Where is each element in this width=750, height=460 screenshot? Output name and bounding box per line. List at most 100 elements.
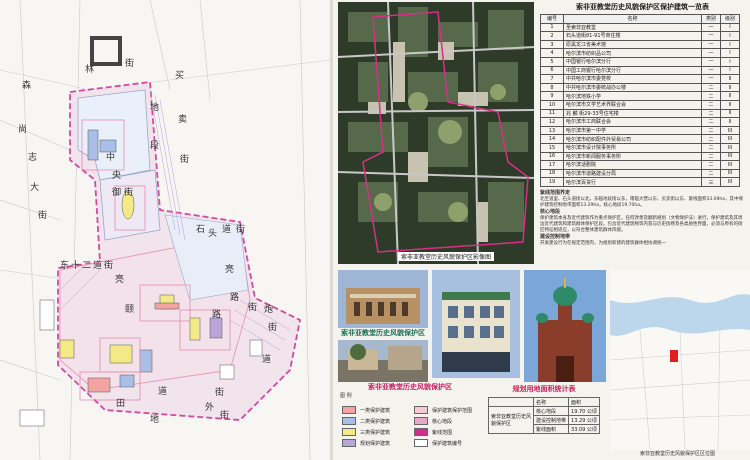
street-label: 志 — [28, 153, 38, 163]
building-level: I — [720, 65, 740, 76]
building-number: 5 — [540, 56, 564, 67]
table-row: 10 哈尔滨市文学艺术界联合会二 II — [540, 99, 740, 110]
col-header: 名称 — [563, 14, 702, 24]
building-number: 7 — [540, 74, 564, 84]
legend-label: 核心地段 — [432, 418, 453, 425]
col-header: 编号 — [540, 14, 564, 24]
street-label: 街 — [124, 188, 134, 198]
area-value: 33.09 公顷 — [568, 424, 600, 434]
legend-swatch — [342, 417, 356, 425]
building-number: 14 — [540, 134, 564, 144]
building-category: 二 — [701, 99, 721, 110]
table-row: 15 哈尔滨市设计院事务所二 III — [540, 142, 740, 153]
street-label: 东 — [60, 261, 70, 271]
building-name: 哈尔滨市文学艺术界联合会 — [563, 99, 702, 110]
table-row: 7 中共哈尔滨市委党校一 II — [540, 74, 740, 84]
table-row: 17 哈尔滨话剧院二 III — [540, 160, 740, 170]
street-label: 街 — [38, 211, 48, 221]
building-category: 一 — [701, 74, 721, 84]
street-label: 炮 — [264, 305, 274, 315]
street-label: 段 — [150, 141, 160, 151]
building-number: 11 — [540, 108, 564, 119]
building-number: 9 — [540, 91, 564, 101]
area-col-header: 面积 — [568, 397, 600, 407]
building-name: 哈尔滨百货行 — [563, 177, 702, 187]
area-header-row: 名称 面积 — [488, 397, 600, 407]
legend-item: 保护建筑编号 — [414, 439, 462, 447]
building-category: 一 — [701, 48, 721, 58]
legend-label: 保护建筑编号 — [432, 440, 463, 447]
building-level: III — [720, 168, 740, 179]
street-label: 森 — [22, 81, 32, 91]
street-label: 亮 — [115, 275, 125, 285]
building-name: 原黑龙江省美术馆 — [563, 39, 702, 50]
building-name: 哈尔滨地铁小学 — [563, 91, 702, 101]
legend-item: 规划保护建筑 — [342, 439, 390, 447]
building-name: 石头道街81-91号商住楼 — [563, 31, 702, 41]
building-category: 二 — [701, 117, 721, 127]
street-label: 地 — [150, 103, 160, 113]
legend-label: 紫线范围 — [432, 429, 453, 436]
table-row: 6 中国工商银行哈尔滨分行一 I — [540, 65, 740, 76]
photos-title: 索非亚教堂历史风貌保护区 — [341, 329, 425, 337]
building-name: 哈尔滨市新闻服务事务所 — [563, 151, 702, 162]
building-category: 一 — [701, 65, 721, 76]
street-label: 外 — [205, 403, 215, 413]
street-label: 街 — [104, 261, 114, 271]
building-level: II — [720, 74, 740, 84]
street-label: 御 — [112, 188, 122, 198]
street-label: 十 — [71, 261, 81, 271]
notes-text: 保护建筑本身及近代建筑作为重点保护区，任何改善及翻新规划（文物保护法）进行，保护… — [540, 216, 743, 233]
building-category: 二 — [701, 108, 721, 119]
table-row: 19 哈尔滨百货行三 III — [540, 177, 740, 187]
building-level: II — [720, 117, 740, 127]
location-caption: 索非亚教堂历史风貌保护区区位图 — [640, 451, 716, 457]
col-header: 级别 — [720, 14, 740, 24]
building-number: 8 — [540, 82, 564, 93]
street-label: 尚 — [18, 125, 28, 135]
table-row: 12 哈尔滨市工商联合会二 II — [540, 117, 740, 127]
building-name: 中共哈尔滨市委统战办公楼 — [563, 82, 702, 93]
street-label: 街 — [125, 59, 135, 69]
building-name: 哈尔滨话剧院 — [563, 160, 702, 170]
building-level: III — [720, 134, 740, 144]
street-label: 街 — [236, 225, 246, 235]
table-row: 5 中国银行哈尔滨分行一 I — [540, 56, 740, 67]
area-title: 规划用地面积统计表 — [512, 385, 576, 393]
street-label: 道 — [93, 261, 103, 271]
building-level: III — [720, 142, 740, 153]
street-label: 二 — [82, 261, 92, 271]
notes-text: 开发建设行为在规定范围内，为规划新建的建筑群体相协调统一 — [540, 241, 666, 246]
panel-divider — [330, 0, 333, 460]
area-name: 紫线面积 — [532, 424, 570, 434]
building-category: 二 — [701, 160, 721, 170]
building-name: 圣索非亚教堂 — [563, 22, 702, 33]
notes-heading: 建设控制地带 — [540, 234, 571, 240]
area-name: 核心地段 — [532, 406, 570, 416]
building-name: 中国银行哈尔滨分行 — [563, 56, 702, 67]
street-label: 中 — [106, 153, 116, 163]
table-row: 4 哈尔滨市纺织品公司一 I — [540, 48, 740, 58]
building-category: 一 — [701, 56, 721, 67]
building-level: II — [720, 108, 740, 119]
legend-swatch — [414, 439, 428, 447]
building-number: 1 — [540, 22, 564, 33]
building-level: III — [720, 125, 740, 136]
building-level: III — [720, 160, 740, 170]
area-row: 索非亚教堂历史风貌保护区 核心地段 19.70 公顷 — [488, 406, 600, 434]
legend-swatch — [414, 417, 428, 425]
building-level: II — [720, 91, 740, 101]
legend-item: 一类保护建筑 — [342, 406, 390, 414]
building-list: 索非亚教堂历史风貌保护区保护建筑一览表 编号 名称 类别 级别 1 圣索非亚教堂一… — [540, 2, 745, 192]
building-number: 4 — [540, 48, 564, 58]
building-category: 二 — [701, 168, 721, 179]
building-level: I — [720, 39, 740, 50]
area-table: 名称 面积 索非亚教堂历史风貌保护区 核心地段 19.70 公顷 建设控制地带 … — [488, 397, 600, 434]
notes-heading: 紫线范围界定 — [540, 190, 571, 196]
area-value: 19.70 公顷 — [568, 406, 600, 416]
street-label: 石 — [196, 225, 206, 235]
legend-label: 保护建筑保护范围 — [432, 407, 473, 414]
legend-label: 一类保护建筑 — [360, 407, 391, 414]
planning-board: 森 林 街 买 卖 地 段 街 尚 志 大 街 中 央 御 街 石 头 道 街 … — [0, 0, 750, 460]
building-category: 二 — [701, 134, 721, 144]
